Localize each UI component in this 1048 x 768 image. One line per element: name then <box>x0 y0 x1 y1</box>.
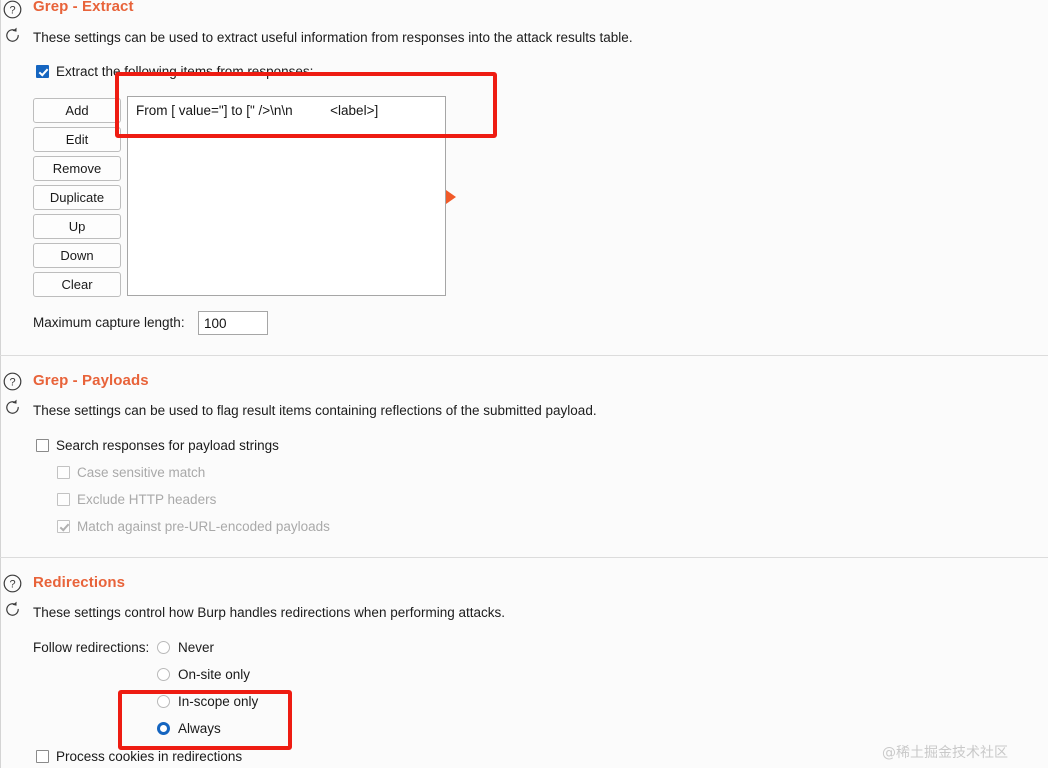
help-circle-icon[interactable]: ? <box>3 372 22 391</box>
refresh-icon[interactable] <box>3 600 22 619</box>
help-circle-icon[interactable]: ? <box>3 574 22 593</box>
section-title-redirections: Redirections <box>33 574 126 591</box>
process-cookies-row[interactable]: Process cookies in redirections <box>36 749 242 764</box>
section-desc-grep-payloads: These settings can be used to flag resul… <box>33 403 597 418</box>
section-title-grep-extract: Grep - Extract <box>33 0 134 15</box>
radio-in-scope-only[interactable] <box>157 695 170 708</box>
up-button[interactable]: Up <box>33 214 121 239</box>
radio-on-site-only-row[interactable]: On-site only <box>157 667 250 682</box>
svg-text:?: ? <box>9 377 15 389</box>
radio-on-site-only-label: On-site only <box>178 667 251 682</box>
extract-items-checkbox[interactable] <box>36 65 49 78</box>
search-payload-strings-label: Search responses for payload strings <box>56 438 279 453</box>
radio-never-label: Never <box>178 640 215 655</box>
radio-never-row[interactable]: Never <box>157 640 214 655</box>
edit-button[interactable]: Edit <box>33 127 121 152</box>
match-pre-url-encoded-row[interactable]: Match against pre-URL-encoded payloads <box>57 519 330 534</box>
orange-right-arrow-icon <box>446 190 456 204</box>
extract-items-label: Extract the following items from respons… <box>56 64 314 79</box>
extract-items-list[interactable]: From [ value="] to [" />\n\n <label>] <box>127 96 446 296</box>
radio-always[interactable] <box>157 722 170 735</box>
case-sensitive-match-checkbox[interactable] <box>57 466 70 479</box>
duplicate-button[interactable]: Duplicate <box>33 185 121 210</box>
exclude-http-headers-checkbox[interactable] <box>57 493 70 506</box>
exclude-http-headers-label: Exclude HTTP headers <box>77 492 217 507</box>
list-item[interactable]: From [ value="] to [" />\n\n <label>] <box>136 103 378 118</box>
radio-never[interactable] <box>157 641 170 654</box>
settings-page: ? Grep - Extract These settings can be u… <box>0 0 1048 768</box>
down-button[interactable]: Down <box>33 243 121 268</box>
add-button[interactable]: Add <box>33 98 121 123</box>
section-desc-redirections: These settings control how Burp handles … <box>33 605 505 620</box>
refresh-icon[interactable] <box>3 26 22 45</box>
follow-redirections-label: Follow redirections: <box>33 640 150 655</box>
match-pre-url-encoded-checkbox[interactable] <box>57 520 70 533</box>
section-title-grep-payloads: Grep - Payloads <box>33 372 149 389</box>
radio-always-row[interactable]: Always <box>157 721 221 736</box>
svg-text:?: ? <box>9 579 15 591</box>
radio-always-label: Always <box>178 721 221 736</box>
section-divider-2 <box>0 557 1048 558</box>
process-cookies-checkbox[interactable] <box>36 750 49 763</box>
match-pre-url-encoded-label: Match against pre-URL-encoded payloads <box>77 519 330 534</box>
search-payload-strings-row[interactable]: Search responses for payload strings <box>36 438 279 453</box>
clear-button[interactable]: Clear <box>33 272 121 297</box>
left-rail-divider <box>0 0 1 768</box>
extract-items-checkbox-row[interactable]: Extract the following items from respons… <box>36 64 313 79</box>
remove-button[interactable]: Remove <box>33 156 121 181</box>
radio-on-site-only[interactable] <box>157 668 170 681</box>
help-circle-icon[interactable]: ? <box>3 0 22 19</box>
watermark: @稀土掘金技术社区 <box>882 745 1008 761</box>
case-sensitive-match-label: Case sensitive match <box>77 465 206 480</box>
exclude-http-headers-row[interactable]: Exclude HTTP headers <box>57 492 216 507</box>
refresh-icon[interactable] <box>3 398 22 417</box>
process-cookies-label: Process cookies in redirections <box>56 749 243 764</box>
section-desc-grep-extract: These settings can be used to extract us… <box>33 30 633 45</box>
radio-in-scope-only-row[interactable]: In-scope only <box>157 694 258 709</box>
max-capture-length-input[interactable] <box>198 311 268 335</box>
section-divider-1 <box>0 355 1048 356</box>
case-sensitive-match-row[interactable]: Case sensitive match <box>57 465 205 480</box>
svg-text:?: ? <box>9 5 15 17</box>
radio-in-scope-only-label: In-scope only <box>178 694 259 709</box>
max-capture-length-label: Maximum capture length: <box>33 315 185 330</box>
search-payload-strings-checkbox[interactable] <box>36 439 49 452</box>
